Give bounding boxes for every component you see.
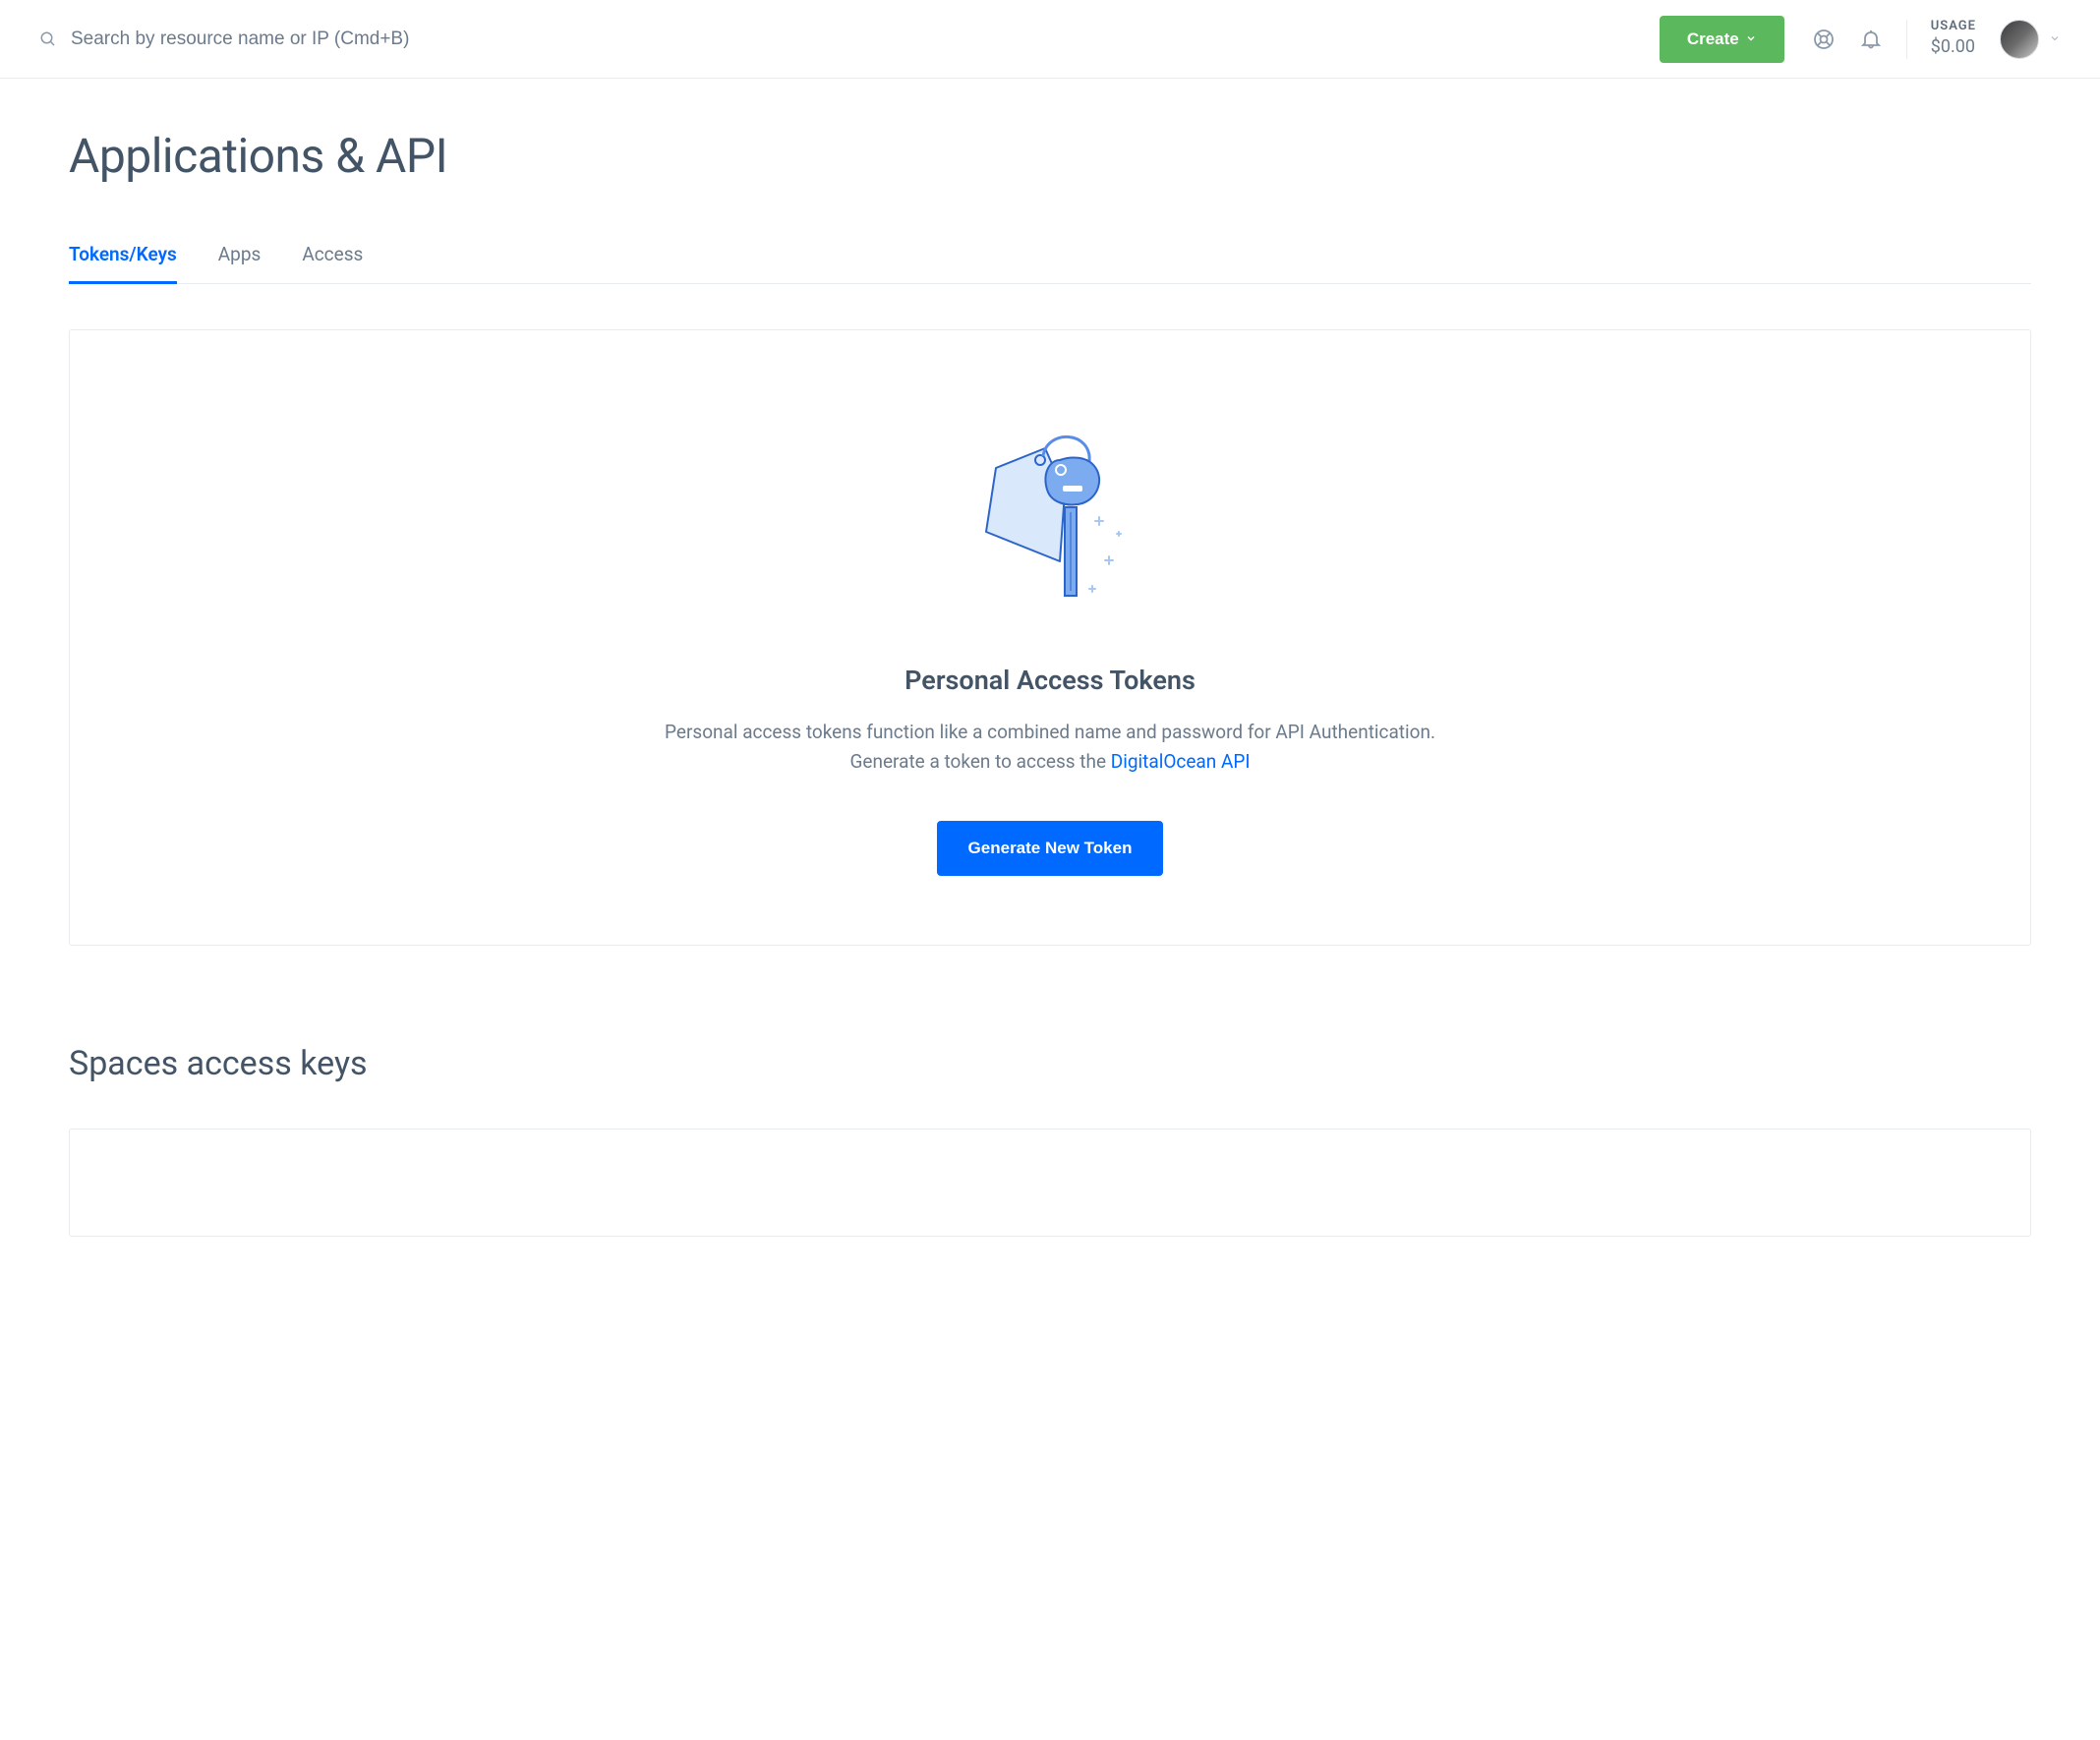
usage-block[interactable]: USAGE $0.00 bbox=[1931, 19, 1976, 58]
avatar[interactable] bbox=[2000, 20, 2039, 59]
header-divider bbox=[1906, 20, 1907, 59]
bell-icon[interactable] bbox=[1859, 28, 1883, 51]
page-title: Applications & API bbox=[69, 128, 2031, 184]
chevron-down-icon bbox=[1745, 29, 1757, 49]
panel-description-text: Personal access tokens function like a c… bbox=[665, 721, 1435, 773]
tab-tokens-keys[interactable]: Tokens/Keys bbox=[69, 243, 177, 283]
tab-access[interactable]: Access bbox=[302, 243, 363, 283]
tokens-panel: Personal Access Tokens Personal access t… bbox=[69, 329, 2031, 946]
search-input[interactable] bbox=[71, 29, 1660, 50]
spaces-section-title: Spaces access keys bbox=[69, 1044, 2031, 1083]
panel-heading: Personal Access Tokens bbox=[109, 665, 1991, 696]
chevron-down-icon[interactable] bbox=[2049, 29, 2061, 48]
panel-description: Personal access tokens function like a c… bbox=[657, 718, 1443, 778]
search-icon bbox=[39, 30, 57, 48]
main-content: Applications & API Tokens/Keys Apps Acce… bbox=[0, 79, 2100, 1286]
tab-apps[interactable]: Apps bbox=[218, 243, 262, 283]
search-wrap bbox=[39, 29, 1660, 50]
create-button-label: Create bbox=[1687, 29, 1739, 49]
spaces-panel bbox=[69, 1129, 2031, 1237]
support-icon[interactable] bbox=[1812, 28, 1836, 51]
usage-label: USAGE bbox=[1931, 19, 1976, 35]
header-icons bbox=[1812, 28, 1883, 51]
tabs: Tokens/Keys Apps Access bbox=[69, 243, 2031, 284]
key-illustration bbox=[109, 419, 1991, 615]
app-header: Create USAGE $0 bbox=[0, 0, 2100, 79]
api-docs-link[interactable]: DigitalOcean API bbox=[1111, 750, 1251, 773]
usage-amount: $0.00 bbox=[1931, 35, 1976, 58]
generate-token-button[interactable]: Generate New Token bbox=[937, 821, 1164, 876]
create-button[interactable]: Create bbox=[1660, 16, 1784, 63]
